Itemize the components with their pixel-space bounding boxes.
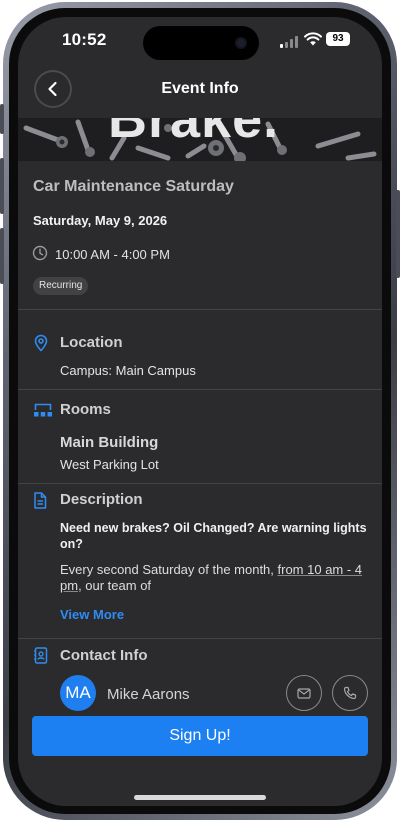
volume-down-button [0,228,4,284]
description-body-start: Every second Saturday of the month, [60,562,278,577]
status-time: 10:52 [62,30,107,49]
location-title: Location [60,334,123,351]
event-banner-image: Brake. [18,118,382,161]
avatar: MA [60,675,96,711]
event-date: Saturday, May 9, 2026 [33,213,168,228]
battery-indicator: 93 [326,32,350,46]
camera-icon [235,37,247,49]
status-bar: 10:52 93 [18,17,382,67]
power-button [396,190,400,278]
dynamic-island [143,26,259,60]
view-more-link[interactable]: View More [60,607,124,622]
description-body-end: , our team of [78,578,152,593]
description-title: Description [60,491,143,508]
location-pin-icon [34,334,48,352]
divider [18,638,382,639]
divider [18,389,382,390]
clock-icon [32,245,48,261]
page-title: Event Info [161,80,239,97]
mail-icon [297,687,311,699]
sign-up-button[interactable]: Sign Up! [32,716,368,756]
wifi-icon [304,32,322,46]
phone-device: 10:52 93 Event Info Brake. Car Maintenan… [0,0,400,823]
document-icon [34,492,47,509]
call-contact-button[interactable] [332,675,368,711]
rooms-title: Rooms [60,401,111,418]
action-button [0,104,4,134]
description-headline: Need new brakes? Oil Changed? Are warnin… [60,521,367,551]
nav-header: Event Info [18,67,382,117]
location-value: Campus: Main Campus [60,363,196,378]
divider [18,483,382,484]
banner-text: Brake. [108,118,280,149]
contact-title: Contact Info [60,647,148,664]
recurring-badge: Recurring [33,277,89,295]
event-time: 10:00 AM - 4:00 PM [55,247,170,262]
contact-name: Mike Aarons [107,686,190,703]
event-details: Car Maintenance Saturday Saturday, May 9… [18,161,382,806]
email-contact-button[interactable] [286,675,322,711]
description-body: Every second Saturday of the month, from… [60,562,378,594]
room-location: West Parking Lot [60,457,159,472]
room-building: Main Building [60,434,159,451]
signal-icon [280,36,298,48]
volume-up-button [0,158,4,214]
event-title: Car Maintenance Saturday [33,178,234,195]
rooms-icon [34,403,52,417]
home-indicator [134,795,266,800]
contact-card-icon [34,647,48,664]
screen: 10:52 93 Event Info Brake. Car Maintenan… [18,17,382,806]
phone-icon [343,686,357,700]
divider [18,309,382,310]
